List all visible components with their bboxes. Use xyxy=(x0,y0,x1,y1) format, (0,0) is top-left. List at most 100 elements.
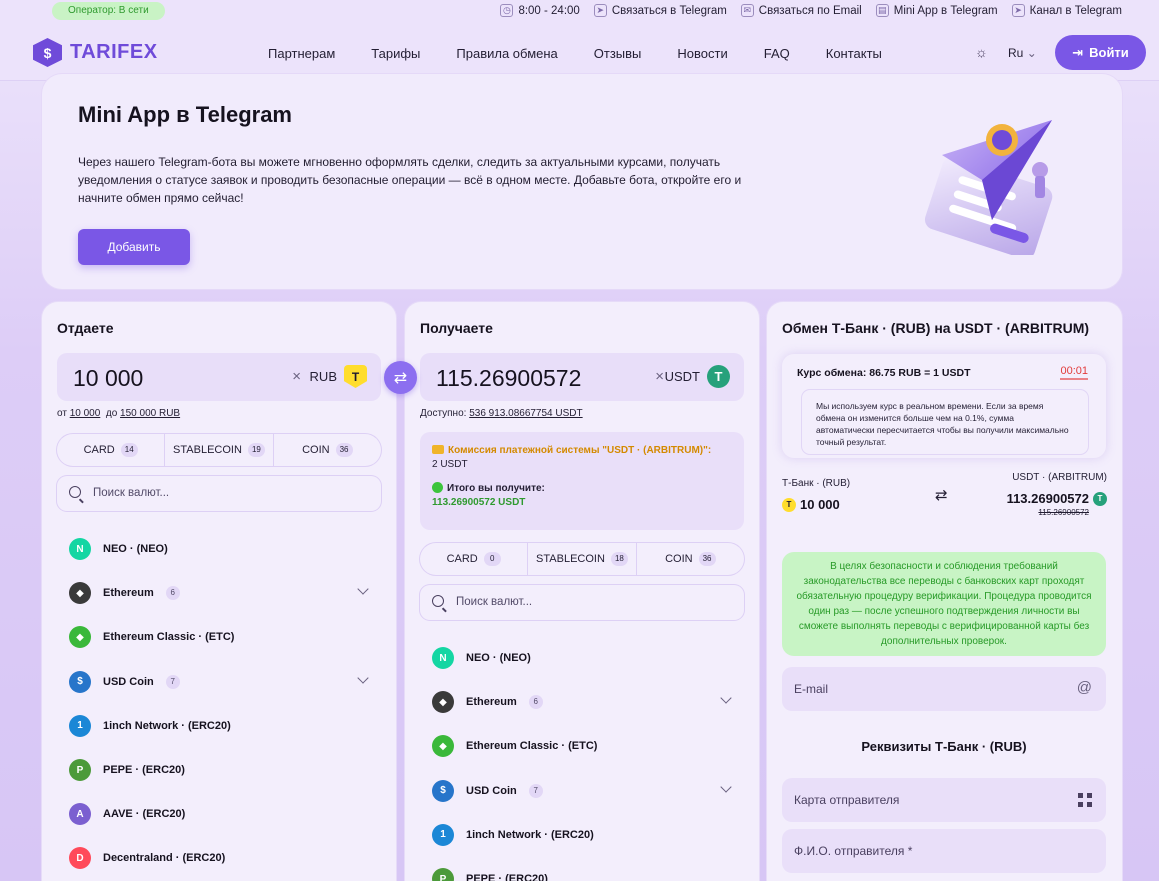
chevron-down-icon[interactable] xyxy=(720,692,732,704)
currency-list-item[interactable]: 1 1inch Network · (ERC20) xyxy=(57,704,381,748)
tab-card[interactable]: CARD 14 xyxy=(57,434,166,466)
chevron-down-icon[interactable] xyxy=(720,780,732,793)
currency-name: Ethereum xyxy=(103,587,154,600)
theme-toggle-sun-icon[interactable]: ☼ xyxy=(975,44,988,60)
network-count-badge: 6 xyxy=(528,695,543,710)
nav-tariffs[interactable]: Тарифы xyxy=(371,46,420,61)
nav-exchange-rules[interactable]: Правила обмена xyxy=(456,46,557,61)
language-select[interactable]: Ru ⌄ xyxy=(1008,46,1037,60)
qr-scan-icon[interactable] xyxy=(1078,793,1092,807)
tab-card[interactable]: CARD 0 xyxy=(420,543,529,575)
currency-icon: $ xyxy=(432,779,454,802)
contact-email-link[interactable]: ✉ Связаться по Email xyxy=(740,4,862,17)
currency-icon: D xyxy=(69,847,91,870)
currency-list-item[interactable]: P PEPE · (ERC20) xyxy=(420,857,744,881)
chevron-down-icon[interactable] xyxy=(357,671,369,684)
receive-title: Получаете xyxy=(420,320,493,336)
give-category-tabs: CARD 14 STABLECOIN 19 COIN 36 xyxy=(57,434,381,466)
nav-faq[interactable]: FAQ xyxy=(764,46,790,61)
tab-stablecoin[interactable]: STABLECOIN 19 xyxy=(165,434,274,466)
success-dot-icon xyxy=(432,482,443,493)
tab-coin[interactable]: COIN 36 xyxy=(637,543,744,575)
swap-direction-button[interactable]: ⇄ xyxy=(384,361,417,394)
search-icon xyxy=(69,486,81,498)
currency-list-item[interactable]: N NEO · (NEO) xyxy=(420,636,744,680)
currency-icon: ◆ xyxy=(432,691,454,714)
give-amount-input[interactable]: 10 000 × RUB T xyxy=(57,353,381,401)
chevron-down-icon[interactable] xyxy=(357,583,369,595)
banner-text: Через нашего Telegram-бота вы можете мгн… xyxy=(78,155,742,205)
top-info-bar: Оператор: В сети ◷ 8:00 - 24:00 ➤ Связатьс… xyxy=(0,0,1159,24)
currency-list-item[interactable]: ◆ Ethereum Classic · (ETC) xyxy=(57,615,381,659)
currency-icon: 1 xyxy=(432,823,454,846)
currency-list-item[interactable]: A AAVE · (ERC20) xyxy=(57,792,381,836)
clock-icon: ◷ xyxy=(500,4,514,17)
main-nav: Партнерам Тарифы Правила обмена Отзывы Н… xyxy=(268,46,882,61)
telegram-channel-icon: ➤ xyxy=(1011,4,1025,17)
mini-app-icon: ▤ xyxy=(875,4,889,17)
mini-app-banner: Mini App в Telegram Через нашего Telegra… xyxy=(42,74,1122,289)
nav-partners[interactable]: Партнерам xyxy=(268,46,335,61)
contact-telegram-link[interactable]: ➤ Связаться в Telegram xyxy=(593,4,727,17)
receive-panel: Получаете 115.26900572 × USDT T Доступно… xyxy=(405,302,759,881)
currency-list-item[interactable]: ◆ Ethereum Classic · (ETC) xyxy=(420,724,744,768)
currency-name: Decentraland · (ERC20) xyxy=(103,852,226,865)
exchange-rate: Курс обмена: 86.75 RUB = 1 USDT xyxy=(797,367,971,379)
nav-contacts[interactable]: Контакты xyxy=(826,46,882,61)
currency-name: NEO · (NEO) xyxy=(103,543,168,556)
available-amount-link[interactable]: 536 913.08667754 USDT xyxy=(469,408,582,419)
tab-coin[interactable]: COIN 36 xyxy=(274,434,381,466)
email-field[interactable]: E-mail @ xyxy=(782,667,1106,711)
old-amount: 115.26900572 xyxy=(1038,508,1089,517)
sender-card-field[interactable]: Карта отправителя xyxy=(782,778,1106,822)
exchange-title: Обмен Т-Банк · (RUB) на USDT · (ARBITRUM… xyxy=(782,320,1090,336)
currency-list-item[interactable]: ◆ Ethereum 6 xyxy=(420,680,744,724)
brand-name: TARIFEX xyxy=(70,41,158,63)
wallet-icon xyxy=(432,445,444,454)
currency-name: PEPE · (ERC20) xyxy=(466,873,548,881)
mini-app-link[interactable]: ▤ Mini App в Telegram xyxy=(875,4,998,17)
working-hours: ◷ 8:00 - 24:00 xyxy=(500,4,580,17)
banner-title: Mini App в Telegram xyxy=(78,102,292,127)
currency-icon: N xyxy=(69,538,91,561)
currency-name: Ethereum xyxy=(466,696,517,709)
sender-name-field[interactable]: Ф.И.О. отправителя * xyxy=(782,829,1106,873)
nav-news[interactable]: Новости xyxy=(677,46,727,61)
currency-list-item[interactable]: D Decentraland · (ERC20) xyxy=(57,836,381,880)
logo-icon: $ xyxy=(33,38,62,67)
login-button[interactable]: ⇥ Войти xyxy=(1055,35,1146,70)
receive-amount-input[interactable]: 115.26900572 × USDT T xyxy=(420,353,744,401)
rate-box: Курс обмена: 86.75 RUB = 1 USDT 00:01 Мы… xyxy=(782,354,1106,458)
max-limit-link[interactable]: 150 000 RUB xyxy=(120,408,180,419)
currency-icon: P xyxy=(432,868,454,881)
currency-name: NEO · (NEO) xyxy=(466,652,531,665)
tether-icon: T xyxy=(1093,491,1107,506)
available-reserve: Доступно: 536 913.08667754 USDT xyxy=(420,408,583,419)
rate-timer: 00:01 xyxy=(1060,365,1088,380)
clear-icon[interactable]: × xyxy=(292,368,301,385)
currency-icon: ◆ xyxy=(69,626,91,649)
currency-list-item[interactable]: ◆ Ethereum 6 xyxy=(57,571,381,615)
receive-currency-list: N NEO · (NEO) ◆ Ethereum 6 ◆ Ethereum Classic … xyxy=(420,636,744,881)
clear-icon[interactable]: × xyxy=(655,368,664,385)
nav-reviews[interactable]: Отзывы xyxy=(594,46,642,61)
network-count-badge: 6 xyxy=(165,586,180,601)
currency-name: 1inch Network · (ERC20) xyxy=(103,719,231,732)
currency-list-item[interactable]: 1 1inch Network · (ERC20) xyxy=(420,813,744,857)
give-search-input[interactable]: Поиск валют... xyxy=(57,476,381,511)
tbank-icon: T xyxy=(344,365,367,388)
currency-icon: ◆ xyxy=(432,735,454,758)
currency-icon: A xyxy=(69,803,91,826)
add-bot-button[interactable]: Добавить xyxy=(78,229,190,265)
currency-list-item[interactable]: $ USD Coin 7 xyxy=(57,660,381,704)
min-limit-link[interactable]: 10 000 xyxy=(70,408,101,419)
telegram-channel-link[interactable]: ➤ Канал в Telegram xyxy=(1011,4,1122,17)
currency-list-item[interactable]: P PEPE · (ERC20) xyxy=(57,748,381,792)
currency-list-item[interactable]: $ USD Coin 7 xyxy=(420,769,744,813)
currency-list-item[interactable]: N NEO · (NEO) xyxy=(57,527,381,571)
network-count-badge: 7 xyxy=(528,783,543,798)
tab-stablecoin[interactable]: STABLECOIN 18 xyxy=(528,543,637,575)
brand-logo[interactable]: $ TARIFEX xyxy=(33,38,158,67)
login-icon: ⇥ xyxy=(1072,44,1084,60)
receive-search-input[interactable]: Поиск валют... xyxy=(420,585,744,620)
